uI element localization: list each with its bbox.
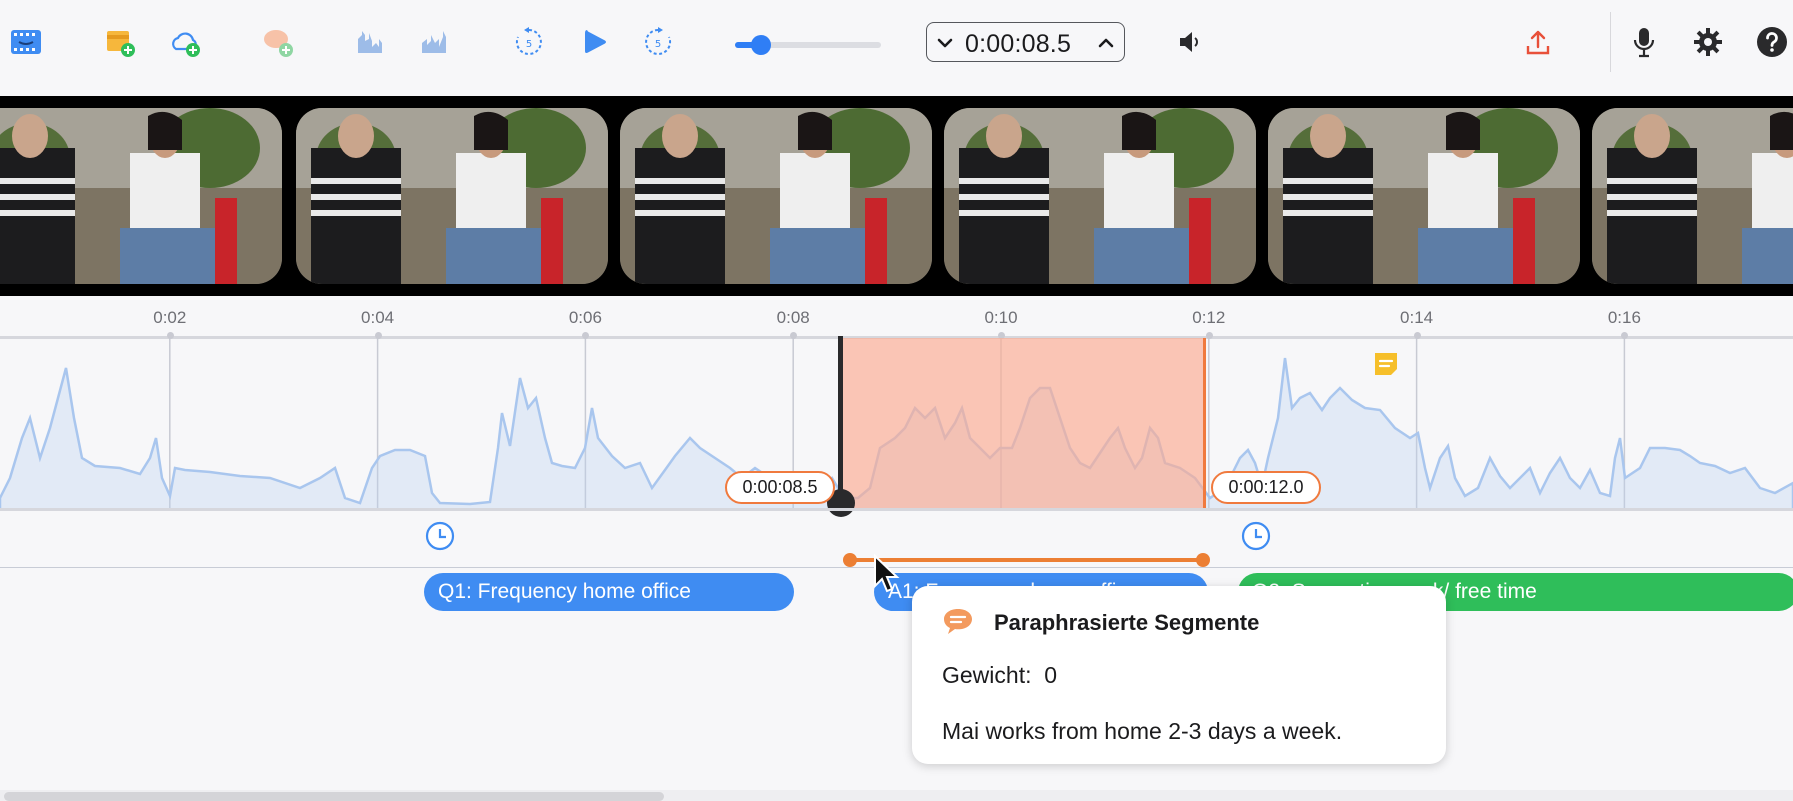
film-strip-icon [11, 30, 41, 54]
svg-text:5: 5 [526, 39, 532, 50]
film-strip-button[interactable] [6, 20, 46, 64]
video-thumbnail[interactable] [0, 108, 282, 284]
ruler-tick-label: 0:02 [153, 308, 187, 327]
clock-icon[interactable] [1241, 521, 1271, 551]
export-button[interactable] [1518, 20, 1558, 64]
mouse-cursor-icon [874, 554, 900, 593]
tooltip-description: Mai works from home 2-3 days a week. [942, 718, 1343, 744]
range-start-handle[interactable] [843, 553, 857, 567]
segment-range-bar[interactable] [850, 558, 1204, 562]
video-thumbnail[interactable] [944, 108, 1256, 284]
add-folder-button[interactable] [100, 20, 140, 64]
horizontal-scrollbar[interactable] [0, 790, 1793, 801]
video-thumbnail[interactable] [1592, 108, 1793, 284]
rewind-5-button[interactable]: 5 [509, 20, 549, 64]
waveform-edit-button[interactable] [416, 20, 456, 64]
add-speech-bubble-icon [264, 30, 293, 57]
add-folder-icon [107, 31, 135, 57]
upload-icon [1526, 30, 1550, 55]
slider-thumb[interactable] [751, 35, 772, 55]
settings-button[interactable] [1688, 20, 1728, 64]
svg-text:5: 5 [655, 39, 661, 50]
ruler-tick-label: 0:06 [568, 308, 602, 327]
selected-range[interactable] [842, 338, 1206, 510]
note-icon[interactable] [1372, 350, 1400, 378]
playback-position-slider[interactable] [735, 33, 881, 55]
waveform-baseline [0, 508, 1793, 511]
ruler-tick-label: 0:10 [984, 308, 1018, 327]
timecode-value: 0:00:08.5 [965, 30, 1072, 58]
add-speech-bubble-button[interactable] [258, 20, 298, 64]
gear-icon [1694, 28, 1722, 56]
add-cloud-icon [172, 32, 200, 57]
chevron-up-icon[interactable] [1094, 31, 1118, 55]
video-thumbnail[interactable] [620, 108, 932, 284]
waveform-icon [358, 31, 382, 53]
forward-5-button[interactable]: 5 [638, 20, 678, 64]
tooltip-title: Paraphrasierte Segmente [994, 610, 1260, 635]
speaker-icon [1180, 32, 1198, 52]
rewind-5-icon: 5 [515, 27, 542, 55]
tooltip-weight: Gewicht: 0 [942, 662, 1057, 689]
ruler-tick-label: 0:14 [1400, 308, 1434, 327]
ruler-tick-label: 0:08 [776, 308, 810, 327]
timecode-stepper[interactable]: 0:00:08.5 [926, 22, 1125, 62]
weight-label: Gewicht: [942, 662, 1032, 688]
help-icon [1757, 27, 1787, 57]
ruler-tick-label: 0:16 [1607, 308, 1641, 327]
microphone-button[interactable] [1624, 20, 1664, 64]
volume-button[interactable] [1170, 20, 1210, 64]
play-icon [585, 30, 606, 53]
microphone-icon [1633, 28, 1655, 58]
segment-q1[interactable]: Q1: Frequency home office [424, 573, 794, 611]
video-thumbnail[interactable] [296, 108, 608, 284]
ruler-tick-label: 0:04 [361, 308, 395, 327]
toolbar-separator [1610, 12, 1611, 72]
clock-icon[interactable] [425, 521, 455, 551]
segment-tooltip: Paraphrasierte Segmente Gewicht: 0 Mai w… [912, 586, 1446, 764]
weight-value: 0 [1044, 662, 1058, 688]
selection-start-time: 0:00:08.5 [725, 471, 835, 504]
help-button[interactable] [1752, 20, 1792, 64]
time-ruler[interactable]: 0:02 0:04 0:06 0:08 0:10 0:12 0:14 0:16 [0, 296, 1793, 338]
toolbar: 5 5 0:00:08.5 [0, 0, 1793, 84]
add-cloud-button[interactable] [165, 20, 205, 64]
play-button[interactable] [575, 20, 615, 64]
chevron-down-icon[interactable] [933, 31, 957, 55]
forward-5-icon: 5 [645, 27, 672, 55]
video-thumbnail[interactable] [1268, 108, 1580, 284]
app-window: 5 5 0:00:08.5 0:02 0:04 0:06 0:08 0:10 0… [0, 0, 1793, 801]
video-filmstrip[interactable] [0, 96, 1793, 296]
scrollbar-thumb[interactable] [4, 792, 664, 801]
speech-bubble-icon [944, 609, 972, 634]
waveform-button[interactable] [352, 20, 392, 64]
ruler-tick-label: 0:12 [1192, 308, 1226, 327]
range-end-handle[interactable] [1196, 553, 1210, 567]
waveform-edit-icon [422, 31, 446, 53]
selection-end-time: 0:00:12.0 [1211, 471, 1321, 504]
playhead[interactable] [838, 336, 843, 504]
